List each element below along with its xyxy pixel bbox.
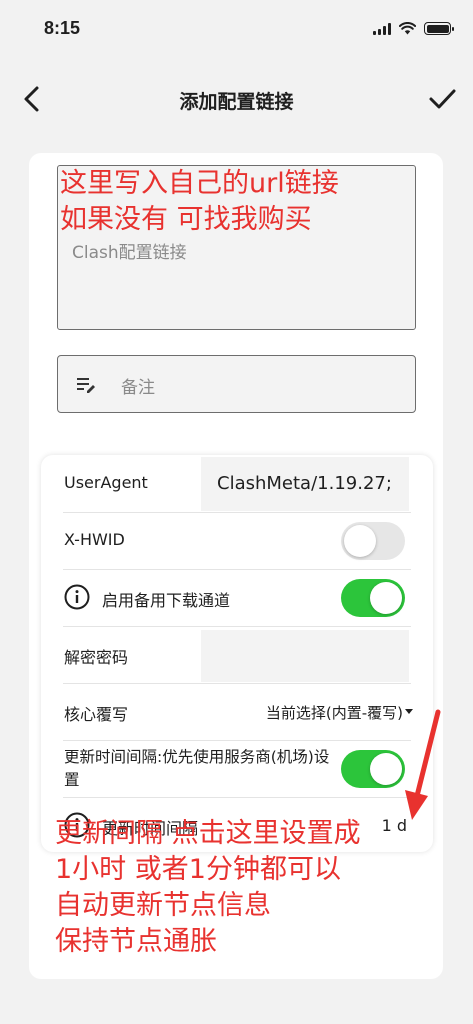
info-icon[interactable] [63, 583, 91, 611]
config-url-placeholder: Clash配置链接 [72, 243, 187, 263]
hwid-toggle[interactable] [341, 522, 405, 560]
provider-interval-label: 更新时间间隔:优先使用服务商(机场)设置 [64, 748, 330, 789]
battery-icon [424, 22, 454, 35]
core-override-row[interactable]: 核心覆写 当前选择(内置-覆写) [41, 683, 433, 740]
decrypt-password-row: 解密密码 [41, 626, 433, 683]
decrypt-password-label: 解密密码 [64, 648, 129, 667]
edit-note-icon [77, 378, 95, 393]
provider-interval-row: 更新时间间隔:优先使用服务商(机场)设置 [41, 740, 433, 797]
hwid-label: X-HWID [64, 530, 125, 549]
user-agent-value: ClashMeta/1.19.27; [217, 473, 392, 494]
annotation-arrow-icon [405, 709, 441, 820]
remark-placeholder: 备注 [121, 378, 155, 398]
backup-channel-label: 启用备用下载通道 [102, 591, 231, 610]
user-agent-row: UserAgent ClashMeta/1.19.27; [41, 455, 433, 512]
annotation-line: 保持节点通胀 [55, 926, 217, 957]
app-header: 添加配置链接 [0, 70, 473, 130]
status-bar: 8:15 [0, 0, 473, 60]
check-icon[interactable] [427, 84, 457, 114]
status-time: 8:15 [44, 18, 81, 38]
annotation-line: 更新间隔 点击这里设置成 [55, 818, 361, 849]
annotation-line: 如果没有 可找我购买 [60, 204, 312, 235]
status-icons [373, 22, 454, 35]
annotation-bottom: 更新间隔 点击这里设置成 1小时 或者1分钟都可以 自动更新节点信息 保持节点通… [55, 816, 361, 960]
annotation-line: 自动更新节点信息 [55, 890, 271, 921]
decrypt-password-input[interactable] [201, 630, 409, 682]
wifi-icon [399, 22, 416, 35]
backup-channel-toggle[interactable] [341, 579, 405, 617]
backup-channel-row: 启用备用下载通道 [41, 569, 433, 626]
annotation-line: 1小时 或者1分钟都可以 [55, 854, 341, 885]
annotation-line: 这里写入自己的url链接 [60, 168, 339, 199]
page-title: 添加配置链接 [179, 91, 294, 113]
user-agent-input[interactable]: ClashMeta/1.19.27; [201, 457, 409, 511]
annotation-top: 这里写入自己的url链接 如果没有 可找我购买 [60, 166, 339, 238]
settings-panel: UserAgent ClashMeta/1.19.27; X-HWID 启用备用… [41, 455, 433, 852]
remark-input[interactable]: 备注 [57, 355, 416, 413]
signal-icon [373, 22, 391, 35]
user-agent-label: UserAgent [64, 473, 148, 492]
hwid-row: X-HWID [41, 512, 433, 569]
core-override-select[interactable]: 当前选择(内置-覆写) [266, 702, 403, 723]
core-override-label: 核心覆写 [64, 705, 129, 724]
